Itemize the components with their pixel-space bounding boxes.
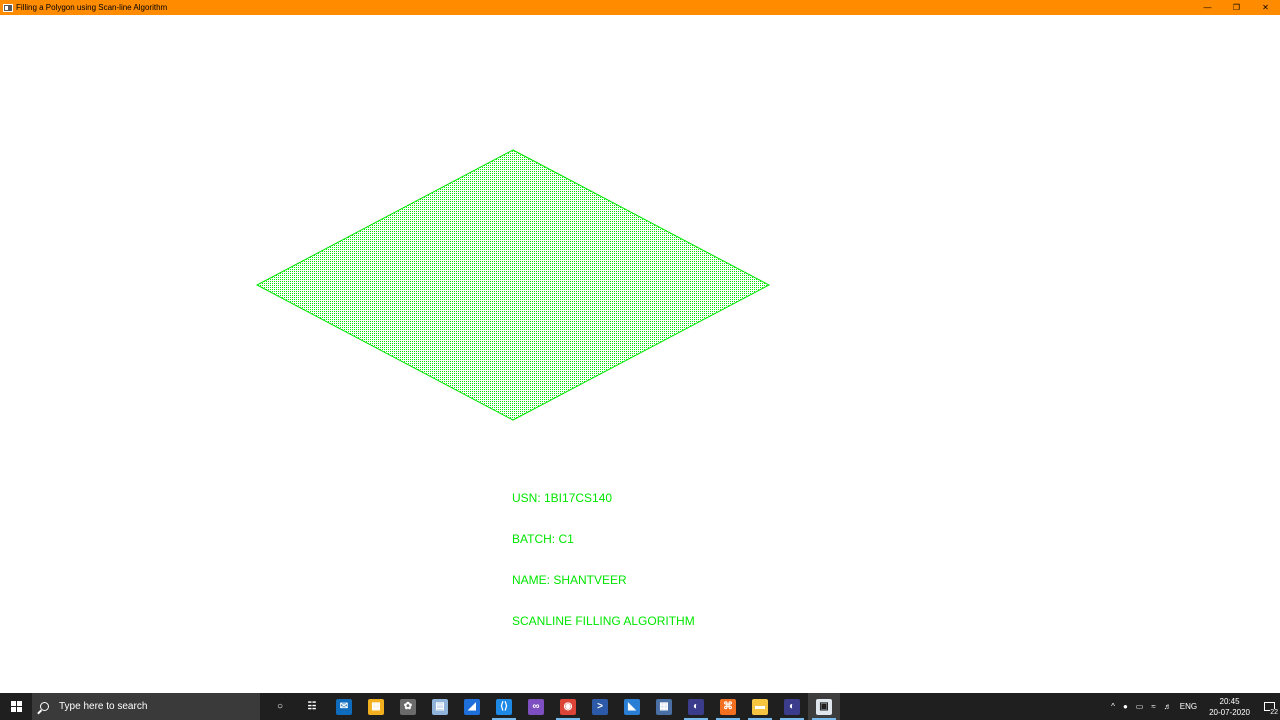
search-placeholder: Type here to search [59,701,148,712]
app-window: Filling a Polygon using Scan-line Algori… [0,0,1280,693]
title-bar[interactable]: Filling a Polygon using Scan-line Algori… [0,0,1280,15]
eclipse-taskbar-button[interactable]: ◐ [680,693,712,720]
algorithm-label: SCANLINE FILLING ALGORITHM [512,614,695,628]
eclipse-2-icon: ◐ [784,698,800,715]
taskbar-pinned-apps: ○ ☷ ✉ ▦ ✿ ▤ ◢ ⟨⟩ ∞ ◉ > ◣ ▦ ◐ ⌘ ▬ ◐ ▣ [264,693,840,720]
polygon-scanline-fill [257,150,769,420]
cortana-icon: ○ [276,701,284,712]
visual-studio-taskbar-button[interactable]: ∞ [520,693,552,720]
notes-icon: ▤ [432,698,448,715]
xampp-icon: ⌘ [720,698,736,715]
taskbar: Type here to search ○ ☷ ✉ ▦ ✿ ▤ ◢ ⟨⟩ ∞ ◉ > ◣ ▦ ◐ ⌘ ▬ ◐ ▣ … [0,693,1280,720]
close-button[interactable]: ✕ [1251,0,1280,15]
clock-time: 20:45 [1219,696,1240,706]
paint-taskbar-button[interactable]: ✿ [392,693,424,720]
store-taskbar-button[interactable]: ▦ [360,693,392,720]
whiteboard-icon: ◢ [464,698,480,715]
filled-polygon-svg [255,149,771,421]
chrome-icon: ◉ [560,698,576,715]
notification-count: 22 [1270,709,1278,716]
action-center-button[interactable]: 22 [1258,693,1280,720]
calculator-icon: ▦ [656,698,672,715]
whiteboard-taskbar-button[interactable]: ◢ [456,693,488,720]
eclipse-icon: ◐ [688,698,704,715]
visual-studio-icon: ∞ [528,698,544,715]
file-explorer-taskbar-button[interactable]: ▬ [744,693,776,720]
batch-label: BATCH: C1 [512,532,574,546]
chrome-taskbar-button[interactable]: ◉ [552,693,584,720]
battery-icon[interactable]: ▭ [1136,702,1144,711]
restore-button[interactable]: ❐ [1222,0,1251,15]
store-icon: ▦ [368,698,384,715]
taskbar-search-box[interactable]: Type here to search [32,693,260,720]
mail-taskbar-button[interactable]: ✉ [328,693,360,720]
window-controls: — ❐ ✕ [1193,0,1280,15]
name-label: NAME: SHANTVEER [512,573,627,587]
volume-icon[interactable]: ♬ [1164,702,1172,711]
clock-date: 20-07-2020 [1209,707,1250,717]
paint-icon: ✿ [400,698,416,715]
search-icon [40,702,49,711]
powershell-taskbar-button[interactable]: > [584,693,616,720]
remote-icon: ◣ [624,698,640,715]
vscode-taskbar-button[interactable]: ⟨⟩ [488,693,520,720]
task-view-icon: ☷ [307,701,317,712]
cortana-taskbar-button[interactable]: ○ [264,693,296,720]
drawing-canvas: USN: 1BI17CS140 BATCH: C1 NAME: SHANTVEE… [0,15,1280,693]
usn-label: USN: 1BI17CS140 [512,491,613,505]
notes-taskbar-button[interactable]: ▤ [424,693,456,720]
xampp-taskbar-button[interactable]: ⌘ [712,693,744,720]
calculator-taskbar-button[interactable]: ▦ [648,693,680,720]
task-view-taskbar-button[interactable]: ☷ [296,693,328,720]
wifi-icon[interactable]: ≈ [1151,702,1155,711]
file-explorer-icon: ▬ [752,698,768,715]
windows-logo-icon [10,701,22,712]
minimize-button[interactable]: — [1193,0,1222,15]
opengl-app-icon: ▣ [816,698,832,715]
eclipse-2-taskbar-button[interactable]: ◐ [776,693,808,720]
language-indicator[interactable]: ENG [1180,702,1197,711]
clock[interactable]: 20:45 20-07-2020 [1209,696,1250,718]
mail-icon: ✉ [336,698,352,715]
start-button[interactable] [0,693,32,720]
show-hidden-icons-icon[interactable]: ^ [1111,702,1115,711]
vscode-icon: ⟨⟩ [496,698,512,715]
window-title: Filling a Polygon using Scan-line Algori… [16,3,168,12]
app-window-icon [3,3,13,12]
system-tray: ^ ● ▭ ≈ ♬ ENG 20:45 20-07-2020 22 [1107,693,1280,720]
remote-taskbar-button[interactable]: ◣ [616,693,648,720]
microphone-icon[interactable]: ● [1123,702,1128,711]
opengl-app-taskbar-button[interactable]: ▣ [808,693,840,720]
powershell-icon: > [592,698,608,715]
